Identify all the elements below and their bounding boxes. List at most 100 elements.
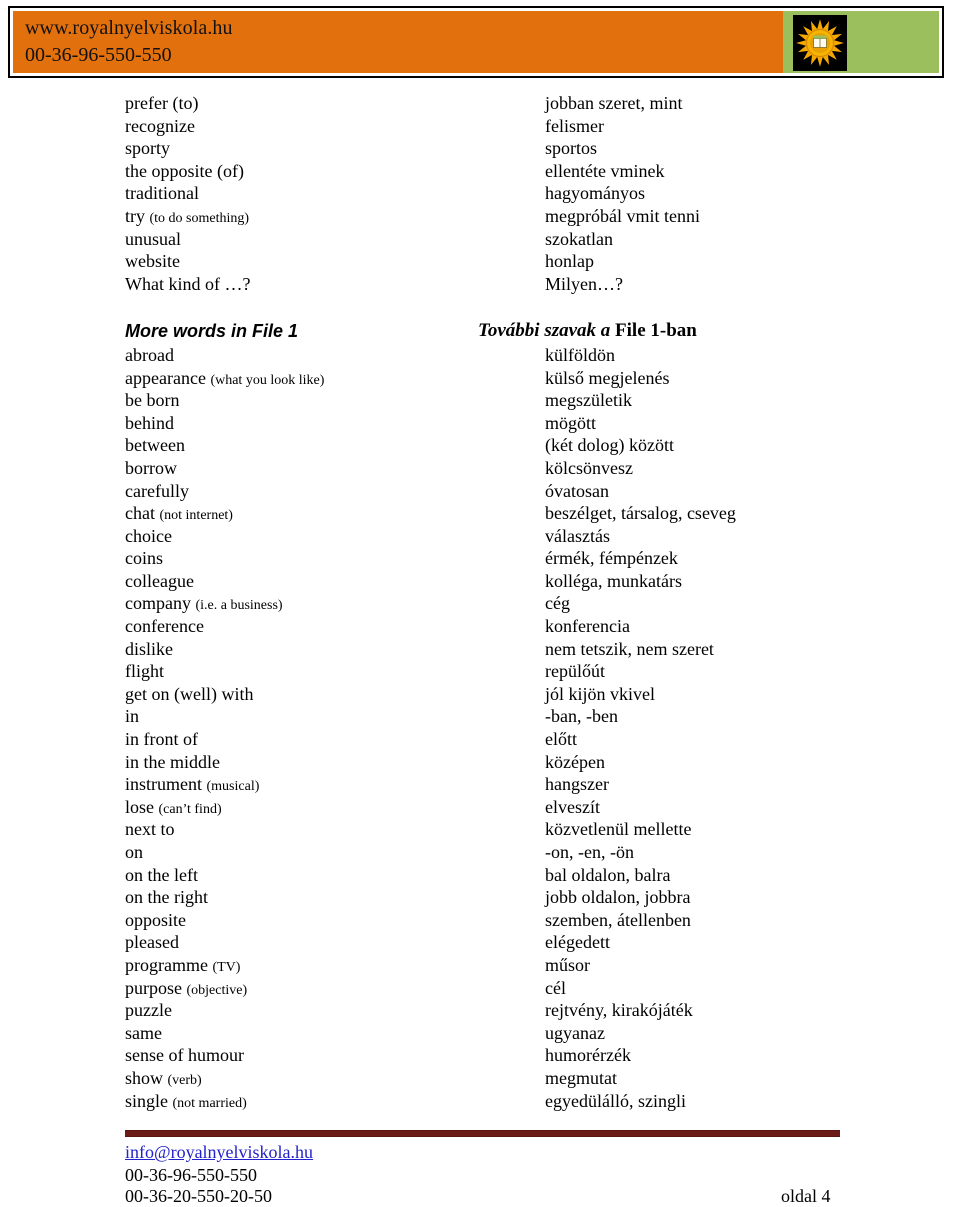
- table-row: borrow kölcsönvesz: [0, 457, 960, 480]
- table-row: on the left bal oldalon, balra: [0, 864, 960, 887]
- section-heading-hu: További szavak a File 1-ban: [478, 319, 697, 341]
- table-row: sporty sportos: [0, 137, 960, 160]
- hungarian-term: kolléga, munkatárs: [545, 570, 682, 591]
- page-header: www.royalnyelviskola.hu 00-36-96-550-550: [8, 6, 944, 78]
- hungarian-term: Milyen…?: [545, 273, 623, 294]
- hungarian-term: ellentéte vminek: [545, 160, 665, 181]
- table-row: colleague kolléga, munkatárs: [0, 570, 960, 593]
- header-site-url: www.royalnyelviskola.hu: [25, 17, 233, 39]
- hungarian-term: elégedett: [545, 932, 610, 953]
- hungarian-term: megszületik: [545, 390, 632, 411]
- hungarian-term: középen: [545, 751, 605, 772]
- table-row: single (not married) egyedülálló, szingl…: [0, 1090, 960, 1113]
- table-row: in the middle középen: [0, 751, 960, 774]
- header-orange-panel: www.royalnyelviskola.hu 00-36-96-550-550: [13, 11, 783, 73]
- table-row: What kind of …? Milyen…?: [0, 273, 960, 296]
- footer-phone-1: 00-36-96-550-550: [125, 1165, 257, 1185]
- table-row: carefully óvatosan: [0, 480, 960, 503]
- hungarian-term: hagyományos: [545, 183, 645, 204]
- hungarian-term: szemben, átellenben: [545, 909, 691, 930]
- table-row: prefer (to) jobban szeret, mint: [0, 92, 960, 115]
- table-row: on -on, -en, -ön: [0, 841, 960, 864]
- table-row: be born megszületik: [0, 389, 960, 412]
- hungarian-term: felismer: [545, 115, 604, 136]
- hungarian-term: elveszít: [545, 796, 600, 817]
- hungarian-term: bal oldalon, balra: [545, 864, 671, 885]
- hungarian-term: szokatlan: [545, 228, 613, 249]
- hungarian-term: külső megjelenés: [545, 367, 670, 388]
- header-inner: www.royalnyelviskola.hu 00-36-96-550-550: [13, 11, 939, 73]
- section-heading-en: More words in File 1: [125, 320, 299, 341]
- sun-crown-logo-icon: [793, 15, 847, 71]
- table-row: traditional hagyományos: [0, 182, 960, 205]
- table-row: abroad külföldön: [0, 344, 960, 367]
- hungarian-term: kölcsönvesz: [545, 457, 633, 478]
- hungarian-term: óvatosan: [545, 480, 609, 501]
- top-word-list: prefer (to) jobban szeret, mint recogniz…: [0, 92, 960, 295]
- hungarian-term: cél: [545, 977, 566, 998]
- table-row: in -ban, -ben: [0, 705, 960, 728]
- table-row: company (i.e. a business) cég: [0, 592, 960, 615]
- main-word-list: abroad külföldön appearance (what you lo…: [0, 344, 960, 1112]
- table-row: chat (not internet) beszélget, társalog,…: [0, 502, 960, 525]
- footer-email-link[interactable]: info@royalnyelviskola.hu: [125, 1142, 313, 1163]
- table-row: same ugyanaz: [0, 1022, 960, 1045]
- table-row: puzzle rejtvény, kirakójáték: [0, 999, 960, 1022]
- table-row: appearance (what you look like) külső me…: [0, 367, 960, 390]
- hungarian-term: (két dolog) között: [545, 435, 674, 456]
- hungarian-term: megpróbál vmit tenni: [545, 205, 700, 226]
- hungarian-term: mögött: [545, 412, 597, 433]
- header-phone: 00-36-96-550-550: [25, 44, 172, 66]
- table-row: on the right jobb oldalon, jobbra: [0, 886, 960, 909]
- table-row: sense of humour humorérzék: [0, 1044, 960, 1067]
- hungarian-term: ugyanaz: [545, 1022, 605, 1043]
- table-row: show (verb) megmutat: [0, 1067, 960, 1090]
- table-row: opposite szemben, átellenben: [0, 909, 960, 932]
- table-row: flight repülőút: [0, 660, 960, 683]
- hungarian-term: egyedülálló, szingli: [545, 1090, 686, 1111]
- footer-divider: [125, 1130, 840, 1137]
- hungarian-term: hangszer: [545, 774, 609, 795]
- hungarian-term: honlap: [545, 251, 594, 272]
- table-row: dislike nem tetszik, nem szeret: [0, 638, 960, 661]
- table-row: recognize felismer: [0, 115, 960, 138]
- table-row: conference konferencia: [0, 615, 960, 638]
- hungarian-term: műsor: [545, 954, 590, 975]
- table-row: pleased elégedett: [0, 931, 960, 954]
- hungarian-term: előtt: [545, 729, 577, 750]
- hungarian-term: nem tetszik, nem szeret: [545, 638, 714, 659]
- table-row: instrument (musical) hangszer: [0, 773, 960, 796]
- hungarian-term: humorérzék: [545, 1045, 631, 1066]
- table-row: website honlap: [0, 250, 960, 273]
- page-number: oldal 4: [781, 1186, 831, 1206]
- hungarian-term: közvetlenül mellette: [545, 819, 692, 840]
- table-row: get on (well) with jól kijön vkivel: [0, 683, 960, 706]
- hungarian-term: repülőút: [545, 661, 605, 682]
- hungarian-term: -on, -en, -ön: [545, 842, 634, 862]
- table-row: try (to do something) megpróbál vmit ten…: [0, 205, 960, 228]
- table-row: lose (can’t find) elveszít: [0, 796, 960, 819]
- table-row: unusual szokatlan: [0, 228, 960, 251]
- hungarian-term: jobb oldalon, jobbra: [545, 887, 691, 908]
- hungarian-term: cég: [545, 593, 570, 614]
- section-heading: More words in File 1 További szavak a Fi…: [0, 318, 960, 344]
- english-term: What kind of …?: [125, 273, 251, 294]
- hungarian-term: megmutat: [545, 1067, 617, 1088]
- hungarian-term: beszélget, társalog, cseveg: [545, 503, 736, 524]
- table-row: next to közvetlenül mellette: [0, 818, 960, 841]
- hungarian-term: jobban szeret, mint: [545, 93, 683, 113]
- english-term: single (not married): [125, 1090, 247, 1111]
- header-green-panel: [783, 11, 939, 73]
- table-row: between (két dolog) között: [0, 434, 960, 457]
- hungarian-term: érmék, fémpénzek: [545, 548, 678, 569]
- table-row: choice választás: [0, 525, 960, 548]
- table-row: programme (TV) műsor: [0, 954, 960, 977]
- vocabulary-content: prefer (to) jobban szeret, mint recogniz…: [0, 92, 960, 1112]
- table-row: behind mögött: [0, 412, 960, 435]
- hungarian-term: választás: [545, 525, 610, 546]
- table-row: in front of előtt: [0, 728, 960, 751]
- hungarian-term: rejtvény, kirakójáték: [545, 1000, 693, 1021]
- hungarian-term: konferencia: [545, 616, 630, 637]
- hungarian-term: jól kijön vkivel: [545, 683, 655, 704]
